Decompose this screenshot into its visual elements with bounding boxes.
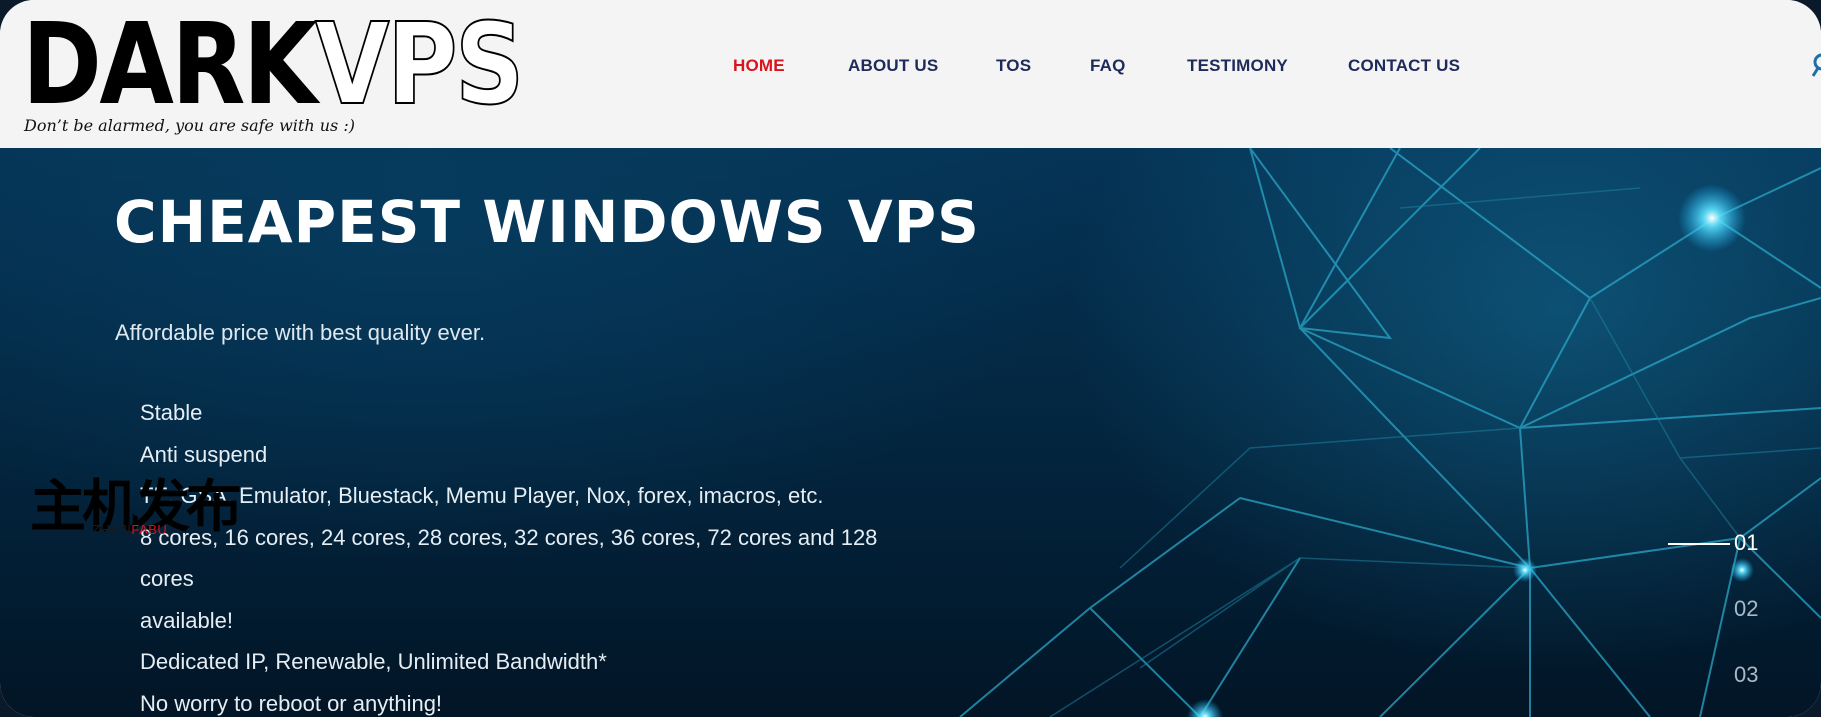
feature-item: Stable	[140, 400, 203, 425]
hero-slider: CHEAPEST WINDOWS VPS Affordable price wi…	[0, 148, 1821, 717]
nav-tos[interactable]: TOS	[996, 56, 1031, 76]
slide-pagination: 01 02 03	[1660, 382, 1780, 687]
feature-item: 8 cores, 16 cores, 24 cores, 28 cores, 3…	[140, 524, 878, 592]
watermark-latin-text: ZHUJIFABU	[92, 522, 168, 537]
nav-faq[interactable]: FAQ	[1090, 56, 1126, 76]
slide-dot-03[interactable]: 03	[1734, 662, 1758, 688]
hero-title: CHEAPEST WINDOWS VPS	[114, 188, 980, 256]
site-logo[interactable]: DARKVPS	[22, 8, 603, 122]
nav-contact-us[interactable]: CONTACT US	[1348, 56, 1460, 76]
active-slide-indicator	[1668, 543, 1730, 545]
feature-list: Stable Anti suspend TE, GSA, Emulator, B…	[140, 392, 920, 717]
site-header: DARKVPS Don’t be alarmed, you are safe w…	[0, 0, 1821, 148]
logo-wordmark: DARKVPS	[22, 8, 525, 122]
feature-item: Anti suspend	[140, 441, 268, 467]
page-frame: DARKVPS Don’t be alarmed, you are safe w…	[0, 0, 1821, 717]
logo-vps-text: VPS	[314, 0, 525, 130]
nav-home[interactable]: HOME	[733, 56, 785, 76]
hero-subtitle: Affordable price with best quality ever.	[115, 320, 486, 345]
watermark-overlay: 主机发布 ZHUJIFABU	[30, 478, 242, 538]
feature-item: No worry to reboot or anything!	[140, 690, 443, 716]
nav-testimony[interactable]: TESTIMONY	[1187, 56, 1288, 76]
logo-tagline: Don’t be alarmed, you are safe with us :…	[24, 116, 355, 135]
feature-item: Dedicated IP, Renewable, Unlimited Bandw…	[140, 649, 607, 674]
feature-item: available!	[140, 607, 233, 633]
slide-dot-02[interactable]: 02	[1734, 596, 1758, 622]
slide-dot-01[interactable]: 01	[1734, 530, 1758, 556]
feature-item: TE, GSA, Emulator, Bluestack, Memu Playe…	[140, 483, 824, 508]
logo-dark-text: DARK	[22, 0, 318, 130]
nav-about-us[interactable]: ABOUT US	[848, 56, 938, 76]
search-icon[interactable]	[1811, 52, 1821, 80]
